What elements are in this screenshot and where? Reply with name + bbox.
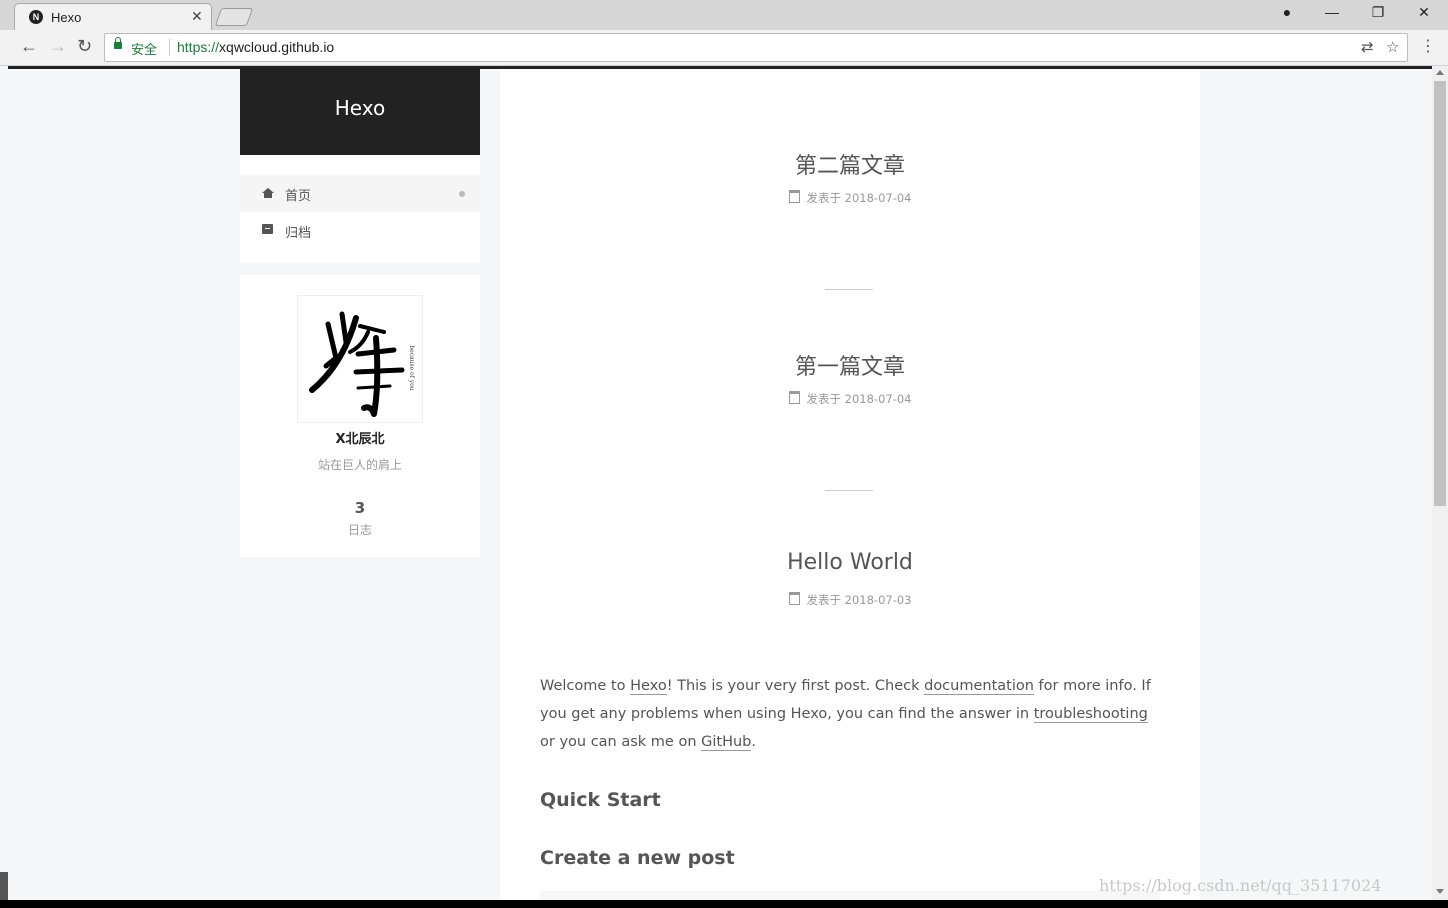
browser-window: N Hexo ✕ ● — ❐ ✕ ← → ↻ 安全 https://xqwclo… xyxy=(0,0,1448,900)
post-divider xyxy=(825,490,873,491)
post-meta: 发表于 2018-07-04 xyxy=(500,190,1200,206)
avatar-caption: because of you xyxy=(408,345,415,390)
post-meta: 发表于 2018-07-04 xyxy=(500,391,1200,407)
scrollbar-thumb[interactable] xyxy=(1434,81,1446,506)
post-meta-label: 发表于 xyxy=(806,392,842,406)
site-brand[interactable]: Hexo xyxy=(240,69,480,155)
excerpt-text: ! This is your very first post. Check xyxy=(666,678,925,694)
browser-toolbar: ← → ↻ 安全 https://xqwcloud.github.io ⇄ ☆ … xyxy=(0,30,1448,66)
post-title[interactable]: 第二篇文章 xyxy=(500,148,1200,180)
calendar-icon xyxy=(788,190,800,203)
back-button[interactable]: ← xyxy=(20,36,38,57)
tab-title: Hexo xyxy=(51,10,82,25)
url-text[interactable]: https://xqwcloud.github.io xyxy=(177,39,334,55)
translate-icon[interactable]: ⇄ xyxy=(1361,38,1374,56)
posts-count-label[interactable]: 日志 xyxy=(240,521,480,538)
link-github[interactable]: GitHub xyxy=(701,734,752,751)
forward-button[interactable]: → xyxy=(49,36,67,57)
minimize-button[interactable]: — xyxy=(1312,4,1352,20)
excerpt-text: or you can ask me on xyxy=(540,734,702,750)
home-icon xyxy=(262,188,274,198)
post-date: 2018-07-04 xyxy=(844,392,912,406)
browser-menu-icon[interactable]: ⋮ xyxy=(1420,36,1436,56)
address-separator xyxy=(169,39,170,56)
post-title[interactable]: Hello World xyxy=(500,550,1200,575)
tab-hexo[interactable]: N Hexo ✕ xyxy=(14,3,212,31)
post-title[interactable]: 第一篇文章 xyxy=(500,349,1200,381)
site-menu: 首页 归档 xyxy=(240,155,480,263)
screen-bottom-bar xyxy=(0,900,1448,908)
bookmark-star-icon[interactable]: ☆ xyxy=(1386,38,1399,56)
post-meta-label: 发表于 xyxy=(806,593,842,607)
close-window-button[interactable]: ✕ xyxy=(1404,4,1444,21)
calendar-icon xyxy=(788,592,800,605)
excerpt-text: . xyxy=(751,734,756,750)
scroll-up-icon[interactable] xyxy=(1436,70,1444,75)
menu-item-home[interactable]: 首页 xyxy=(240,175,480,212)
main-content: 第二篇文章 发表于 2018-07-04 第一篇文章 发表于 2018-07-0… xyxy=(500,69,1200,900)
lock-icon xyxy=(114,37,122,49)
url-protocol: https:// xyxy=(177,39,220,55)
scroll-down-icon[interactable] xyxy=(1436,889,1444,894)
link-troubleshooting[interactable]: troubleshooting xyxy=(1033,706,1148,723)
menu-item-label: 首页 xyxy=(285,189,312,204)
post-meta: 发表于 2018-07-03 xyxy=(500,592,1200,608)
hexo-favicon-icon: N xyxy=(29,10,43,24)
code-block xyxy=(540,891,1160,900)
tab-strip: N Hexo ✕ ● — ❐ ✕ xyxy=(0,0,1448,31)
link-hexo[interactable]: Hexo xyxy=(630,678,667,695)
profile-icon[interactable]: ● xyxy=(1267,4,1307,20)
avatar-calligraphy-image: because of you xyxy=(309,311,415,417)
post-divider xyxy=(825,289,873,290)
post-meta-label: 发表于 xyxy=(806,191,842,205)
heading-quick-start: Quick Start xyxy=(540,789,661,811)
watermark-text: https://blog.csdn.net/qq_35117024 xyxy=(1099,876,1382,895)
link-documentation[interactable]: documentation xyxy=(924,678,1034,695)
reload-button[interactable]: ↻ xyxy=(77,36,92,57)
excerpt-text: Welcome to xyxy=(540,678,631,694)
archive-icon xyxy=(262,224,273,234)
taskbar-edge xyxy=(0,872,8,900)
page-scrollbar[interactable] xyxy=(1432,66,1448,900)
secure-label: 安全 xyxy=(131,43,158,58)
restore-button[interactable]: ❐ xyxy=(1358,4,1398,21)
calendar-icon xyxy=(788,391,800,404)
page-viewport: Hexo 首页 归档 because of you X北辰北 站在巨人的肩上 3… xyxy=(8,69,1432,900)
url-host: xqwcloud.github.io xyxy=(219,39,335,55)
post-date: 2018-07-03 xyxy=(844,593,912,607)
heading-create-post: Create a new post xyxy=(540,847,735,869)
post-excerpt: Welcome to Hexo! This is your very first… xyxy=(540,672,1164,756)
tab-close-icon[interactable]: ✕ xyxy=(191,8,203,25)
posts-count[interactable]: 3 xyxy=(240,499,480,517)
post-date: 2018-07-04 xyxy=(844,191,912,205)
menu-item-archive[interactable]: 归档 xyxy=(240,212,480,249)
avatar: because of you xyxy=(297,295,423,423)
new-tab-button[interactable] xyxy=(214,8,254,26)
author-overview: because of you X北辰北 站在巨人的肩上 3 日志 xyxy=(240,275,480,557)
active-indicator xyxy=(459,191,465,197)
author-name: X北辰北 xyxy=(335,432,385,447)
menu-item-label: 归档 xyxy=(285,226,312,241)
author-motto: 站在巨人的肩上 xyxy=(317,458,402,472)
address-bar[interactable]: 安全 https://xqwcloud.github.io ⇄ ☆ xyxy=(104,33,1408,62)
